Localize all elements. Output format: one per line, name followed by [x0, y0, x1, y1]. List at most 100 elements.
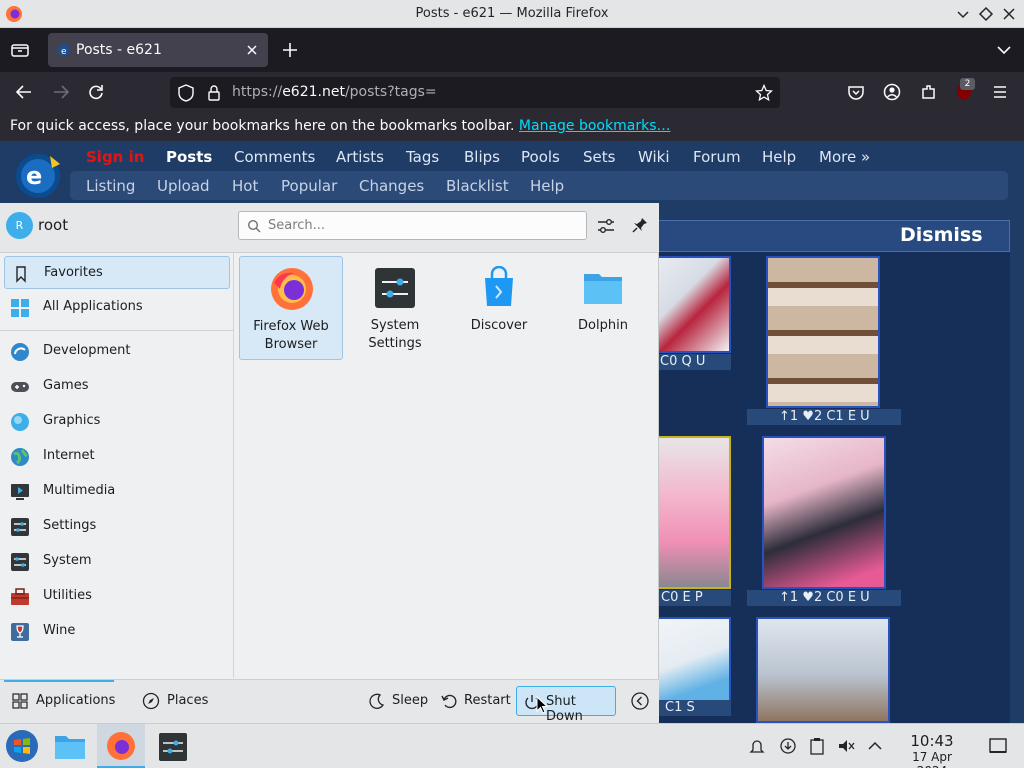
category-internet[interactable]: Internet [4, 440, 230, 473]
search-placeholder: Search... [268, 218, 326, 233]
user-avatar[interactable]: R [6, 212, 33, 239]
volume-muted-icon[interactable] [837, 737, 855, 755]
post-thumbnail[interactable] [650, 256, 731, 353]
category-system[interactable]: System [4, 545, 230, 578]
back-icon[interactable] [14, 83, 34, 101]
bookmark-icon [16, 266, 26, 283]
close-tab-icon[interactable] [245, 43, 259, 57]
e621-logo-icon[interactable]: e [12, 146, 68, 202]
pin-icon[interactable] [631, 216, 649, 236]
tab-list-icon[interactable] [10, 41, 30, 59]
site-sub-nav: Listing Upload Hot Popular Changes Black… [70, 171, 1008, 200]
nav-sign-in[interactable]: Sign in [86, 148, 144, 166]
clock-date: 17 Apr 2024 [912, 750, 952, 768]
hamburger-menu-icon[interactable] [991, 83, 1009, 101]
reload-icon[interactable] [87, 83, 105, 101]
post-thumbnail[interactable] [650, 617, 731, 702]
subnav-blacklist[interactable]: Blacklist [446, 177, 509, 195]
sleep-button[interactable]: Sleep [362, 686, 430, 716]
tab-posts[interactable]: e Posts - e621 [48, 33, 268, 67]
file-manager-icon[interactable] [53, 731, 87, 763]
account-icon[interactable] [883, 83, 901, 101]
search-input[interactable]: Search... [238, 211, 587, 240]
clipboard-icon[interactable] [808, 737, 826, 755]
show-desktop-icon[interactable] [988, 737, 1008, 755]
post-thumbnail[interactable] [766, 256, 880, 408]
nav-wiki[interactable]: Wiki [638, 148, 670, 166]
forward-icon[interactable] [51, 83, 71, 101]
app-label-line: System [370, 318, 420, 333]
applications-grid-icon [12, 693, 28, 709]
app-discover[interactable]: Discover [447, 256, 551, 360]
notifications-icon[interactable] [748, 737, 766, 755]
bookmark-star-icon[interactable] [755, 84, 773, 102]
start-menu-icon[interactable] [4, 728, 40, 764]
category-multimedia[interactable]: Multimedia [4, 475, 230, 508]
nav-pools[interactable]: Pools [521, 148, 560, 166]
tracking-shield-icon[interactable] [178, 84, 194, 102]
updates-icon[interactable] [779, 737, 797, 755]
post-thumbnail[interactable] [756, 617, 890, 723]
manage-bookmarks-link[interactable]: Manage bookmarks… [519, 118, 671, 134]
category-favorites[interactable]: Favorites [4, 256, 230, 289]
post-thumbnail[interactable] [650, 436, 731, 589]
development-icon [11, 343, 29, 361]
system-settings-icon [375, 268, 415, 308]
app-label: Discover [447, 317, 551, 335]
tab-applications[interactable]: Applications [4, 686, 116, 716]
dismiss-button[interactable]: Dismiss [900, 224, 983, 246]
category-all-applications[interactable]: All Applications [4, 291, 230, 324]
firefox-icon [271, 268, 313, 310]
subnav-listing[interactable]: Listing [86, 177, 135, 195]
extensions-icon[interactable] [919, 83, 937, 101]
subnav-popular[interactable]: Popular [281, 177, 337, 195]
minimize-icon[interactable] [954, 5, 972, 23]
category-utilities[interactable]: Utilities [4, 580, 230, 613]
nav-artists[interactable]: Artists [336, 148, 384, 166]
nav-comments[interactable]: Comments [234, 148, 315, 166]
chevron-up-icon[interactable] [866, 737, 884, 755]
category-development[interactable]: Development [4, 335, 230, 368]
app-system-settings[interactable]: System Settings [343, 256, 447, 360]
maximize-icon[interactable] [977, 5, 995, 23]
nav-help[interactable]: Help [762, 148, 796, 166]
subnav-changes[interactable]: Changes [359, 177, 424, 195]
taskbar-firefox[interactable] [97, 724, 145, 768]
system-settings-icon[interactable] [158, 732, 188, 762]
nav-blips[interactable]: Blips [464, 148, 500, 166]
new-tab-icon[interactable] [281, 41, 299, 59]
post-thumbnail[interactable] [762, 436, 886, 589]
nav-sets[interactable]: Sets [583, 148, 615, 166]
category-label: Multimedia [43, 483, 116, 498]
list-all-tabs-icon[interactable] [995, 42, 1013, 58]
close-window-icon[interactable] [1000, 5, 1018, 23]
category-graphics[interactable]: Graphics [4, 405, 230, 438]
nav-tags[interactable]: Tags [406, 148, 439, 166]
url-bar[interactable]: https://e621.net/posts?tags= [170, 77, 780, 108]
leave-options-icon[interactable] [630, 691, 650, 711]
category-wine[interactable]: Wine [4, 615, 230, 648]
grid-icon [11, 299, 29, 317]
category-settings[interactable]: Settings [4, 510, 230, 543]
post-stats: ↑1 ♥2 C0 E U [747, 590, 901, 606]
app-firefox[interactable]: Firefox Web Browser [239, 256, 343, 360]
e621-favicon-icon: e [58, 44, 70, 57]
nav-more[interactable]: More » [819, 148, 870, 166]
nav-posts[interactable]: Posts [166, 148, 212, 166]
lock-icon[interactable] [207, 84, 221, 102]
subnav-upload[interactable]: Upload [157, 177, 210, 195]
url-text[interactable]: https://e621.net/posts?tags= [232, 84, 437, 100]
app-dolphin[interactable]: Dolphin [551, 256, 655, 360]
configure-icon[interactable] [596, 216, 616, 236]
subnav-hot[interactable]: Hot [232, 177, 258, 195]
post-stats: C0 E P [650, 590, 731, 606]
shutdown-button[interactable]: Shut Down [516, 686, 616, 724]
pocket-icon[interactable] [846, 83, 866, 101]
subnav-help[interactable]: Help [530, 177, 564, 195]
url-prefix: https:// [232, 84, 283, 100]
restart-button[interactable]: Restart [434, 686, 512, 716]
category-games[interactable]: Games [4, 370, 230, 403]
tab-places[interactable]: Places [134, 686, 214, 716]
nav-forum[interactable]: Forum [693, 148, 741, 166]
clock[interactable]: 10:43 17 Apr 2024 [895, 732, 969, 768]
